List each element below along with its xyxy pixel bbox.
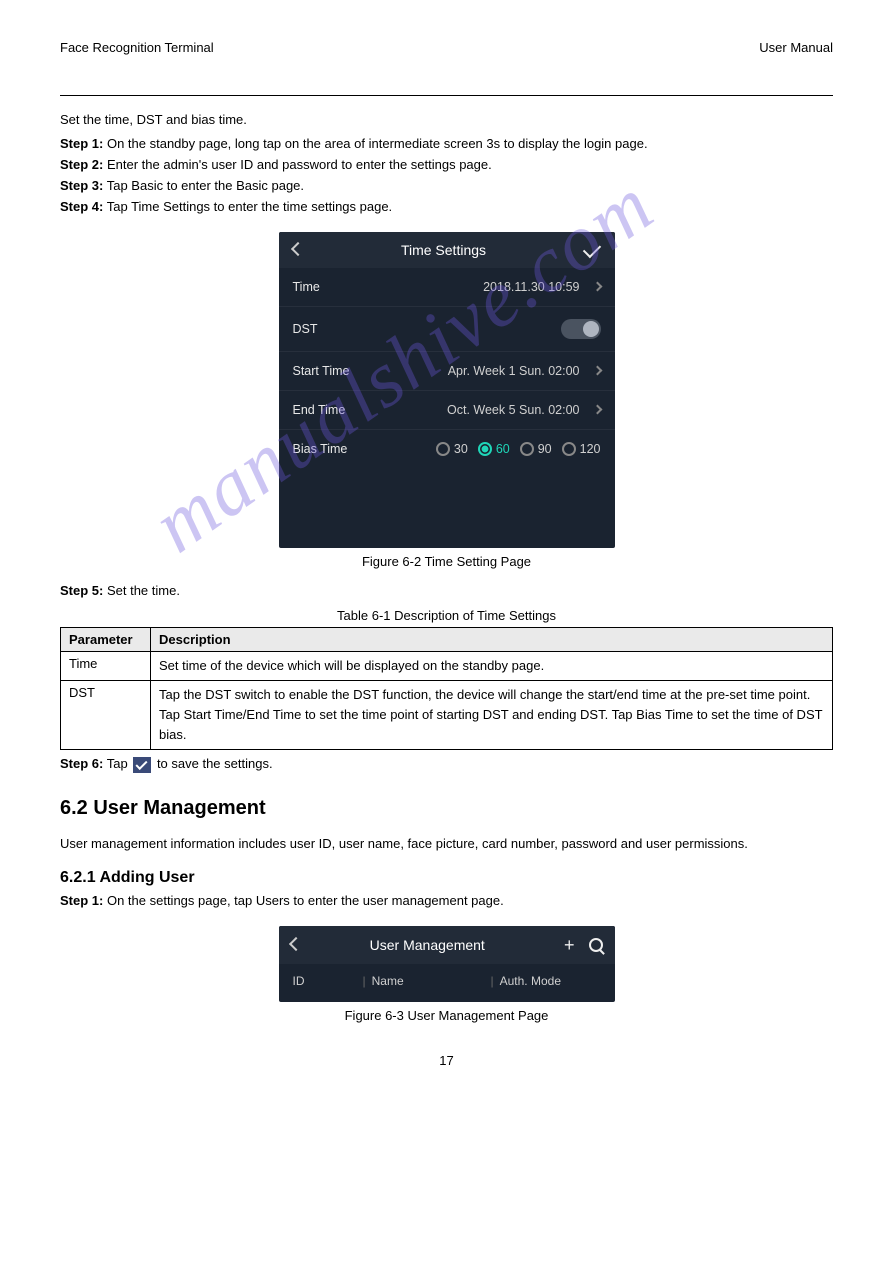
- params-table: Parameter Description Time Set time of t…: [60, 627, 833, 751]
- step-6-label: Step 6:: [60, 756, 103, 771]
- page-header: Face Recognition Terminal User Manual: [60, 40, 833, 55]
- step-2-text: Enter the admin's user ID and password t…: [107, 157, 492, 172]
- cell-param-time: Time: [61, 651, 151, 680]
- page-header-left: Face Recognition Terminal: [60, 40, 214, 55]
- subsection-adding-user-title: 6.2.1 Adding User: [60, 869, 833, 887]
- step-4: Step 4: Tap Time Settings to enter the t…: [60, 199, 833, 214]
- back-icon[interactable]: [293, 243, 303, 257]
- um-step-1: Step 1: On the settings page, tap Users …: [60, 893, 833, 908]
- um-step-1-label: Step 1:: [60, 893, 103, 908]
- device-header: Time Settings: [279, 232, 615, 268]
- row-end-label: End Time: [293, 403, 346, 417]
- device-user-management: User Management + ID |Name |Auth. Mode: [279, 926, 615, 1002]
- th-description: Description: [151, 627, 833, 651]
- device-title: Time Settings: [401, 242, 486, 258]
- bias-radio-120[interactable]: 120: [562, 442, 601, 456]
- step-6-text-after: to save the settings.: [157, 756, 273, 771]
- chevron-right-icon: [592, 282, 602, 292]
- step-3-text: Tap Basic to enter the Basic page.: [107, 178, 304, 193]
- step-6: Step 6: Tap to save the settings.: [60, 756, 833, 773]
- search-icon[interactable]: [589, 938, 603, 952]
- step-5: Step 5: Set the time.: [60, 583, 833, 598]
- intro-text: Set the time, DST and bias time.: [60, 110, 833, 130]
- step-1-text: On the standby page, long tap on the are…: [107, 136, 648, 151]
- row-time[interactable]: Time 2018.11.30 10:59: [279, 268, 615, 307]
- cell-desc-time: Set time of the device which will be dis…: [151, 651, 833, 680]
- confirm-icon[interactable]: [584, 243, 600, 257]
- section-62-intro: User management information includes use…: [60, 834, 833, 854]
- dst-toggle[interactable]: [561, 319, 601, 339]
- section-user-management-title: 6.2 User Management: [60, 797, 833, 820]
- col-auth: |Auth. Mode: [491, 974, 601, 988]
- col-id: ID: [293, 974, 363, 988]
- cell-param-dst: DST: [61, 680, 151, 749]
- row-dst: DST: [279, 307, 615, 352]
- bias-radio-90[interactable]: 90: [520, 442, 552, 456]
- figure1-caption: Figure 6-2 Time Setting Page: [60, 554, 833, 569]
- chevron-right-icon: [592, 405, 602, 415]
- th-parameter: Parameter: [61, 627, 151, 651]
- bias-radio-30[interactable]: 30: [436, 442, 468, 456]
- device2-title: User Management: [291, 937, 564, 953]
- table-caption: Table 6-1 Description of Time Settings: [60, 608, 833, 623]
- header-divider: [60, 95, 833, 96]
- row-time-label: Time: [293, 280, 320, 294]
- table-row: Time Set time of the device which will b…: [61, 651, 833, 680]
- row-end-time[interactable]: End Time Oct. Week 5 Sun. 02:00: [279, 391, 615, 430]
- col-name: |Name: [363, 974, 491, 988]
- step-3-label: Step 3:: [60, 178, 103, 193]
- page-header-right: User Manual: [759, 40, 833, 55]
- page-number: 17: [60, 1053, 833, 1068]
- row-start-value: Apr. Week 1 Sun. 02:00: [448, 364, 580, 378]
- step-2: Step 2: Enter the admin's user ID and pa…: [60, 157, 833, 172]
- figure-user-management: User Management + ID |Name |Auth. Mode: [60, 926, 833, 1002]
- row-start-label: Start Time: [293, 364, 350, 378]
- figure2-caption: Figure 6-3 User Management Page: [60, 1008, 833, 1023]
- device-time-settings: Time Settings Time 2018.11.30 10:59 DST …: [279, 232, 615, 548]
- step-5-label: Step 5:: [60, 583, 103, 598]
- table-row: DST Tap the DST switch to enable the DST…: [61, 680, 833, 749]
- row-bias-time: Bias Time 30 60 90 120: [279, 430, 615, 468]
- bias-radio-group: 30 60 90 120: [436, 442, 601, 456]
- device2-columns: ID |Name |Auth. Mode: [279, 964, 615, 1002]
- um-step-1-text: On the settings page, tap Users to enter…: [107, 893, 504, 908]
- device2-header: User Management +: [279, 926, 615, 964]
- plus-icon[interactable]: +: [564, 936, 575, 954]
- check-icon: [133, 757, 151, 773]
- step-4-text: Tap Time Settings to enter the time sett…: [107, 199, 392, 214]
- row-end-value: Oct. Week 5 Sun. 02:00: [447, 403, 579, 417]
- step-6-text-before: Tap: [107, 756, 132, 771]
- step-5-text: Set the time.: [107, 583, 180, 598]
- row-start-time[interactable]: Start Time Apr. Week 1 Sun. 02:00: [279, 352, 615, 391]
- row-bias-label: Bias Time: [293, 442, 348, 456]
- step-3: Step 3: Tap Basic to enter the Basic pag…: [60, 178, 833, 193]
- step-4-label: Step 4:: [60, 199, 103, 214]
- bias-radio-60[interactable]: 60: [478, 442, 510, 456]
- row-dst-label: DST: [293, 322, 318, 336]
- chevron-right-icon: [592, 366, 602, 376]
- figure-time-settings: Time Settings Time 2018.11.30 10:59 DST …: [60, 232, 833, 548]
- step-2-label: Step 2:: [60, 157, 103, 172]
- step-1: Step 1: On the standby page, long tap on…: [60, 136, 833, 151]
- row-time-value: 2018.11.30 10:59: [483, 280, 579, 294]
- step-1-label: Step 1:: [60, 136, 103, 151]
- cell-desc-dst: Tap the DST switch to enable the DST fun…: [151, 680, 833, 749]
